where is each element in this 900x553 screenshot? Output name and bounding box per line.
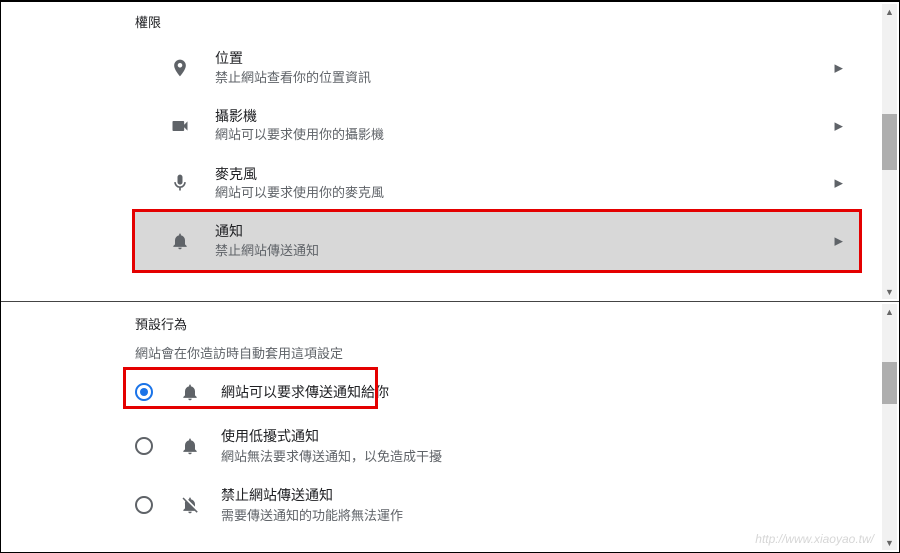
option-quiet-notifications[interactable]: 使用低擾式通知 網站無法要求傳送通知，以免造成干擾 [135, 416, 859, 475]
chevron-right-icon: ▶ [835, 119, 843, 132]
permissions-pane: ▲ ▼ 權限 位置 禁止網站查看你的位置資訊 ▶ 攝影機 網站可以要求使用你的攝… [1, 1, 899, 301]
camera-icon [169, 115, 191, 137]
bell-off-icon [179, 494, 201, 516]
radio-selected[interactable] [135, 383, 153, 401]
permission-desc: 網站可以要求使用你的麥克風 [215, 184, 803, 202]
option-allow-ask[interactable]: 網站可以要求傳送通知給你 [135, 368, 859, 416]
default-behavior-pane: ▲ ▼ 預設行為 網站會在你造訪時自動套用這項設定 網站可以要求傳送通知給你 使… [1, 301, 899, 552]
radio-unselected[interactable] [135, 496, 153, 514]
permission-row-notifications[interactable]: 通知 禁止網站傳送通知 ▶ [135, 212, 859, 270]
option-title: 禁止網站傳送通知 [221, 485, 849, 505]
permission-title: 通知 [215, 222, 803, 242]
permission-desc: 網站可以要求使用你的攝影機 [215, 126, 803, 144]
scroll-thumb[interactable] [882, 114, 897, 170]
permissions-section-title: 權限 [135, 2, 859, 39]
option-title: 使用低擾式通知 [221, 426, 849, 446]
bell-icon [179, 381, 201, 403]
scroll-thumb[interactable] [882, 362, 897, 404]
default-behavior-title: 預設行為 [135, 302, 859, 333]
scroll-down-icon[interactable]: ▼ [882, 284, 897, 299]
chevron-right-icon: ▶ [835, 235, 843, 248]
location-icon [169, 57, 191, 79]
permission-title: 攝影機 [215, 107, 803, 127]
default-behavior-desc: 網站會在你造訪時自動套用這項設定 [135, 333, 859, 368]
option-desc: 網站無法要求傳送通知，以免造成干擾 [221, 446, 849, 465]
permission-row-microphone[interactable]: 麥克風 網站可以要求使用你的麥克風 ▶ [135, 155, 859, 213]
chevron-right-icon: ▶ [835, 177, 843, 190]
radio-unselected[interactable] [135, 437, 153, 455]
scroll-down-icon[interactable]: ▼ [882, 535, 897, 550]
permission-row-location[interactable]: 位置 禁止網站查看你的位置資訊 ▶ [135, 39, 859, 97]
scroll-up-icon[interactable]: ▲ [882, 304, 897, 319]
scrollbar-bottom[interactable]: ▲ ▼ [882, 304, 897, 550]
bell-icon [179, 435, 201, 457]
permission-title: 麥克風 [215, 165, 803, 185]
permission-title: 位置 [215, 49, 803, 69]
option-block-notifications[interactable]: 禁止網站傳送通知 需要傳送通知的功能將無法運作 [135, 475, 859, 534]
scrollbar-top[interactable]: ▲ ▼ [882, 4, 897, 299]
scroll-up-icon[interactable]: ▲ [882, 4, 897, 19]
permission-desc: 禁止網站查看你的位置資訊 [215, 69, 803, 87]
chevron-right-icon: ▶ [835, 61, 843, 74]
permission-row-camera[interactable]: 攝影機 網站可以要求使用你的攝影機 ▶ [135, 97, 859, 155]
option-title: 網站可以要求傳送通知給你 [221, 382, 849, 402]
option-desc: 需要傳送通知的功能將無法運作 [221, 505, 849, 524]
bell-icon [169, 230, 191, 252]
mic-icon [169, 172, 191, 194]
permission-desc: 禁止網站傳送通知 [215, 242, 803, 260]
